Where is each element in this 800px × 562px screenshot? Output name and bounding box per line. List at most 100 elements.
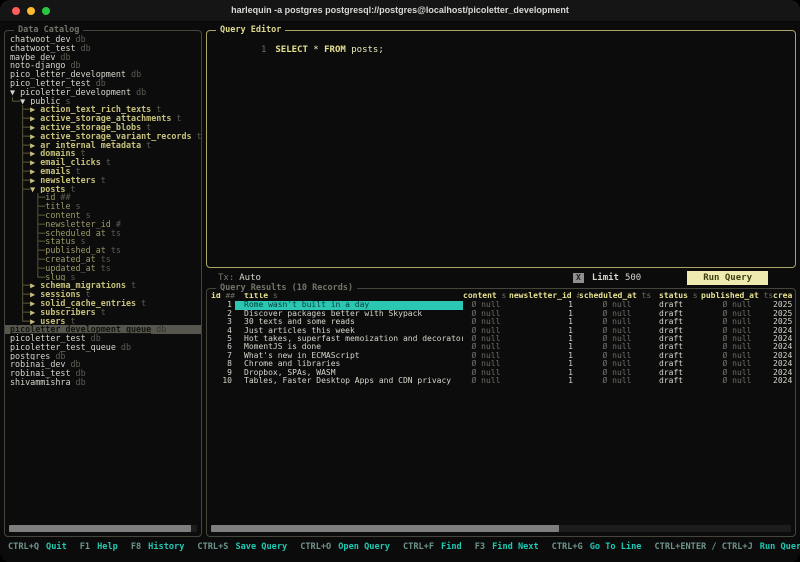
catalog-item-status[interactable]: │ ├─status s	[5, 237, 201, 246]
cell-title[interactable]: Chrome and libraries	[235, 360, 463, 368]
cell-created_at[interactable]: 2025	[773, 318, 793, 326]
catalog-item-active_storage_variant_records[interactable]: ├─▶ active_storage_variant_records t	[5, 132, 201, 141]
chevron-right-icon[interactable]: ▶	[30, 308, 40, 317]
chevron-right-icon[interactable]: ▶	[30, 132, 40, 141]
cell-status[interactable]: draft	[655, 318, 701, 326]
catalog-item-posts[interactable]: ├─▼ posts t	[5, 185, 201, 194]
cell-status[interactable]: draft	[655, 310, 701, 318]
cell-content[interactable]: Ø null	[463, 335, 509, 343]
cell-content[interactable]: Ø null	[463, 360, 509, 368]
cell-title[interactable]: What's new in ECMAScript	[235, 352, 463, 360]
chevron-right-icon[interactable]: ▶	[30, 141, 40, 150]
cell-newsletter_id[interactable]: 1	[509, 310, 579, 318]
cell-scheduled_at[interactable]: Ø null	[579, 335, 655, 343]
cell-published_at[interactable]: Ø null	[701, 310, 773, 318]
catalog-item-scheduled_at[interactable]: │ ├─scheduled_at ts	[5, 229, 201, 238]
catalog-item-robinai_dev[interactable]: robinai_dev db	[5, 360, 201, 369]
cell-title[interactable]: 30 texts and some reads	[235, 318, 463, 326]
catalog-item-email_clicks[interactable]: ├─▶ email_clicks t	[5, 158, 201, 167]
cell-scheduled_at[interactable]: Ø null	[579, 343, 655, 351]
catalog-item-postgres[interactable]: postgres db	[5, 352, 201, 361]
chevron-right-icon[interactable]: ▶	[30, 158, 40, 167]
cell-content[interactable]: Ø null	[463, 301, 509, 309]
catalog-item-shivammishra[interactable]: shivammishra db	[5, 378, 201, 387]
cell-newsletter_id[interactable]: 1	[509, 369, 579, 377]
column-header-id[interactable]: id ##	[211, 292, 235, 300]
cell-created_at[interactable]: 2024	[773, 360, 793, 368]
shortcut-action-help[interactable]: Help	[97, 542, 118, 552]
cell-content[interactable]: Ø null	[463, 343, 509, 351]
cell-status[interactable]: draft	[655, 352, 701, 360]
catalog-item-active_storage_blobs[interactable]: ├─▶ active_storage_blobs t	[5, 123, 201, 132]
catalog-item-newsletters[interactable]: ├─▶ newsletters t	[5, 176, 201, 185]
cell-id[interactable]: 5	[211, 335, 235, 343]
cell-id[interactable]: 7	[211, 352, 235, 360]
cell-newsletter_id[interactable]: 1	[509, 335, 579, 343]
cell-id[interactable]: 2	[211, 310, 235, 318]
catalog-item-subscribers[interactable]: ├─▶ subscribers t	[5, 308, 201, 317]
cell-id[interactable]: 10	[211, 377, 235, 385]
cell-id[interactable]: 1	[211, 301, 235, 309]
cell-created_at[interactable]: 2024	[773, 343, 793, 351]
cell-newsletter_id[interactable]: 1	[509, 343, 579, 351]
catalog-item-slug[interactable]: │ └─slug s	[5, 273, 201, 282]
column-header-scheduled_at[interactable]: scheduled_at ts	[579, 292, 655, 300]
cell-status[interactable]: draft	[655, 360, 701, 368]
catalog-item-robinai_test[interactable]: robinai_test db	[5, 369, 201, 378]
catalog-item-users[interactable]: └─▶ users t	[5, 317, 201, 326]
table-row[interactable]: 7What's new in ECMAScriptØ null1Ø nulldr…	[211, 352, 795, 360]
shortcut-action-go-to-line[interactable]: Go To Line	[590, 542, 642, 552]
cell-id[interactable]: 8	[211, 360, 235, 368]
cell-newsletter_id[interactable]: 1	[509, 318, 579, 326]
cell-newsletter_id[interactable]: 1	[509, 360, 579, 368]
cell-id[interactable]: 3	[211, 318, 235, 326]
cell-published_at[interactable]: Ø null	[701, 377, 773, 385]
catalog-item-picoletter_test[interactable]: picoletter_test db	[5, 334, 201, 343]
table-row[interactable]: 1Rome wasn't built in a dayØ null1Ø null…	[211, 301, 795, 309]
catalog-item-id[interactable]: │ ├─id ##	[5, 193, 201, 202]
cell-status[interactable]: draft	[655, 335, 701, 343]
results-scrollbar-thumb[interactable]	[211, 525, 559, 532]
cell-status[interactable]: draft	[655, 377, 701, 385]
catalog-item-chatwoot_dev[interactable]: chatwoot_dev db	[5, 35, 201, 44]
cell-status[interactable]: draft	[655, 327, 701, 335]
cell-id[interactable]: 4	[211, 327, 235, 335]
catalog-item-solid_cache_entries[interactable]: ├─▶ solid_cache_entries t	[5, 299, 201, 308]
catalog-item-created_at[interactable]: │ ├─created_at ts	[5, 255, 201, 264]
cell-id[interactable]: 9	[211, 369, 235, 377]
catalog-item-active_storage_attachments[interactable]: ├─▶ active_storage_attachments t	[5, 114, 201, 123]
cell-id[interactable]: 6	[211, 343, 235, 351]
cell-status[interactable]: draft	[655, 369, 701, 377]
cell-title[interactable]: Tables, Faster Desktop Apps and CDN priv…	[235, 377, 463, 385]
cell-scheduled_at[interactable]: Ø null	[579, 352, 655, 360]
catalog-item-picoletter_development[interactable]: ▼ picoletter_development db	[5, 88, 201, 97]
cell-scheduled_at[interactable]: Ø null	[579, 310, 655, 318]
chevron-right-icon[interactable]: ▶	[30, 123, 40, 132]
catalog-item-picoletter_development_queue[interactable]: picoletter_development_queue db	[5, 325, 201, 334]
shortcut-action-save-query[interactable]: Save Query	[235, 542, 287, 552]
chevron-right-icon[interactable]: ▶	[30, 167, 40, 176]
cell-scheduled_at[interactable]: Ø null	[579, 360, 655, 368]
catalog-horizontal-scrollbar[interactable]	[9, 525, 197, 532]
catalog-item-pico_letter_development[interactable]: pico_letter_development db	[5, 70, 201, 79]
cell-scheduled_at[interactable]: Ø null	[579, 369, 655, 377]
catalog-item-ar_internal_metadata[interactable]: ├─▶ ar_internal_metadata t	[5, 141, 201, 150]
table-row[interactable]: 4Just articles this weekØ null1Ø nulldra…	[211, 327, 795, 335]
cell-created_at[interactable]: 2024	[773, 369, 793, 377]
cell-content[interactable]: Ø null	[463, 352, 509, 360]
table-row[interactable]: 8Chrome and librariesØ null1Ø nulldraftØ…	[211, 360, 795, 368]
catalog-item-newsletter_id[interactable]: │ ├─newsletter_id #	[5, 220, 201, 229]
catalog-item-content[interactable]: │ ├─content s	[5, 211, 201, 220]
chevron-right-icon[interactable]: ▶	[30, 114, 40, 123]
cell-status[interactable]: draft	[655, 301, 701, 309]
cell-title[interactable]: Rome wasn't built in a day	[235, 301, 463, 309]
cell-published_at[interactable]: Ø null	[701, 343, 773, 351]
shortcut-action-find-next[interactable]: Find Next	[492, 542, 539, 552]
cell-title[interactable]: Hot takes, superfast memoization and dec…	[235, 335, 463, 343]
cell-title[interactable]: Just articles this week	[235, 327, 463, 335]
chevron-down-icon[interactable]: ▼	[10, 88, 20, 97]
shortcut-action-run-query[interactable]: Run Query	[760, 542, 800, 552]
cell-newsletter_id[interactable]: 1	[509, 327, 579, 335]
cell-created_at[interactable]: 2025	[773, 310, 793, 318]
catalog-item-sessions[interactable]: ├─▶ sessions t	[5, 290, 201, 299]
